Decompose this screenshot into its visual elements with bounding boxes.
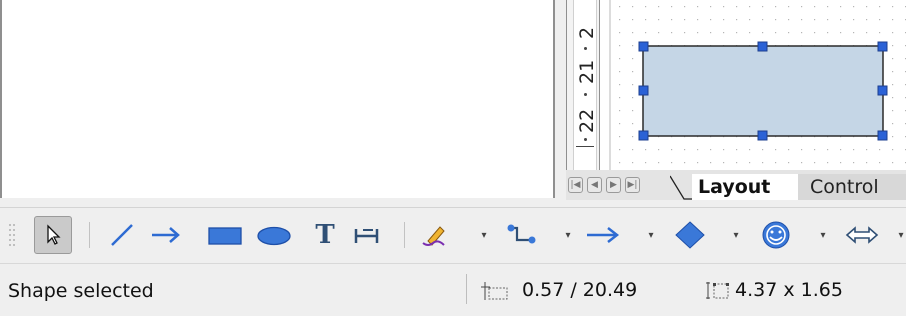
- status-message: Shape selected: [8, 280, 154, 302]
- handle-middle-right[interactable]: [877, 85, 888, 96]
- next-tab-button[interactable]: ▶: [606, 177, 621, 193]
- basic-shapes-tool-button[interactable]: [670, 216, 710, 254]
- connectors-icon: [507, 224, 536, 244]
- document-panel: [0, 0, 555, 198]
- ruler-dot: [584, 93, 587, 96]
- freeform-dropdown-arrow[interactable]: ▾: [478, 216, 490, 254]
- ruler-label: 22: [576, 108, 598, 133]
- tabs-bar: |◀ ◀ ▶ ▶| Layout Control: [566, 170, 906, 200]
- connector-icon: [354, 229, 379, 243]
- basic-shapes-icon: [675, 221, 705, 249]
- ruler-label: 21: [576, 59, 598, 84]
- status-bar: Shape selected 0.57 / 20.49 4.37 x 1.65: [0, 263, 906, 316]
- toolbar-separator: [89, 222, 90, 248]
- size-icon: [706, 282, 729, 299]
- rectangle-icon: [208, 227, 242, 245]
- symbol-shapes-icon: [762, 221, 790, 249]
- position-icon: [481, 282, 508, 300]
- block-arrows-tool-button[interactable]: [842, 216, 882, 254]
- toolbar-separator: [404, 222, 405, 248]
- connectors-dropdown-arrow[interactable]: ▾: [562, 216, 574, 254]
- symbol-shapes-tool-button[interactable]: [756, 216, 796, 254]
- tab-controls[interactable]: Control: [798, 174, 906, 200]
- symbol-shapes-dropdown-arrow[interactable]: ▾: [817, 216, 829, 254]
- block-arrows-dropdown-arrow[interactable]: ▾: [896, 216, 906, 254]
- lines-arrows-icon: [587, 227, 620, 243]
- last-tab-button[interactable]: ▶|: [625, 177, 640, 193]
- ruler-dot: [584, 138, 587, 141]
- ruler-track: 2 21 22: [573, 0, 598, 170]
- handle-bottom-left[interactable]: [638, 130, 649, 141]
- select-icon: [47, 224, 61, 245]
- handle-bottom-right[interactable]: [877, 130, 888, 141]
- lines-arrows-tool-button[interactable]: [582, 216, 624, 254]
- drawing-toolbar: T ▾ ▾ ▾ ▾ ▾ ▾: [0, 207, 906, 263]
- ruler-dot: [584, 47, 587, 50]
- handle-top-right[interactable]: [877, 41, 888, 52]
- freeform-tool-button[interactable]: [418, 216, 450, 254]
- ruler-tick: [576, 146, 594, 147]
- vertical-ruler: 2 21 22: [566, 0, 600, 170]
- handle-middle-left[interactable]: [638, 85, 649, 96]
- handle-top-center[interactable]: [757, 41, 768, 52]
- line-icon: [111, 224, 133, 246]
- first-tab-button[interactable]: |◀: [568, 177, 583, 193]
- freeform-icon: [422, 226, 445, 246]
- block-arrows-icon: [845, 226, 879, 244]
- handle-bottom-center[interactable]: [757, 130, 768, 141]
- connectors-tool-button[interactable]: [502, 216, 542, 254]
- drawing-canvas[interactable]: [600, 0, 906, 170]
- rectangle-tool-button[interactable]: [205, 216, 245, 254]
- callout-tool-button[interactable]: [350, 216, 384, 254]
- ellipse-tool-button[interactable]: [254, 216, 294, 254]
- prev-tab-button[interactable]: ◀: [587, 177, 602, 193]
- lines-arrows-dropdown-arrow[interactable]: ▾: [645, 216, 657, 254]
- tab-layout[interactable]: Layout: [692, 174, 798, 200]
- arrow-line-tool-button[interactable]: [148, 216, 184, 254]
- size-readout: 4.37 x 1.65: [735, 279, 843, 301]
- line-tool-button[interactable]: [106, 216, 138, 254]
- ruler-label: 2: [576, 26, 598, 40]
- selected-rectangle-shape[interactable]: [642, 45, 884, 137]
- panel-gap: [555, 0, 566, 198]
- handle-top-left[interactable]: [638, 41, 649, 52]
- canvas-svg: [609, 0, 906, 170]
- status-separator: [466, 274, 467, 304]
- select-tool-button[interactable]: [34, 216, 72, 254]
- toolbar-grip-icon: [9, 224, 15, 246]
- position-readout: 0.57 / 20.49: [522, 279, 638, 301]
- ellipse-icon: [257, 226, 291, 246]
- basic-shapes-dropdown-arrow[interactable]: ▾: [730, 216, 742, 254]
- text-tool-button[interactable]: T: [310, 216, 340, 254]
- arrow-icon: [152, 227, 180, 243]
